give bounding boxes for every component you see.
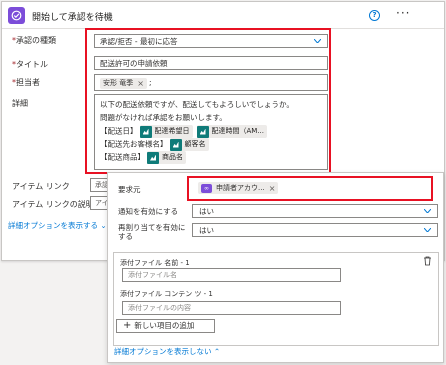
item-link-label: アイテム リンク — [12, 182, 70, 191]
title-label: *タイトル — [12, 60, 48, 69]
highlight-box-requester — [187, 176, 433, 201]
more-options-icon[interactable]: ··· — [396, 6, 410, 20]
delete-icon[interactable] — [423, 256, 432, 266]
attachment-name-label: 添付ファイル 名前 - 1 — [120, 259, 190, 267]
requester-label: 要求元 — [118, 185, 141, 194]
help-icon[interactable]: ? — [369, 10, 380, 21]
notify-dropdown[interactable]: はい — [192, 204, 438, 218]
details-label: 詳細 — [12, 99, 28, 108]
notify-label: 通知を有効にする — [118, 207, 179, 216]
hide-advanced-options-link[interactable]: 詳細オプションを表示しない ⌃ — [114, 346, 220, 357]
show-advanced-options-link[interactable]: 詳細オプションを表示する ⌄ — [8, 220, 107, 231]
attachment-name-input[interactable]: 添付ファイル名 — [122, 268, 341, 282]
item-link-desc-label: アイテム リンクの説明 — [12, 200, 94, 209]
chevron-down-icon — [424, 228, 431, 232]
chevron-down-icon — [424, 209, 431, 213]
chevron-up-icon: ⌃ — [213, 347, 221, 356]
card-header[interactable]: 開始して承認を待機 ? ··· — [2, 2, 444, 29]
chevron-down-icon: ⌄ — [100, 221, 107, 230]
reassign-dropdown[interactable]: はい — [192, 223, 438, 237]
card-title: 開始して承認を待機 — [32, 13, 113, 23]
reassign-label: 再割り当てを有効にする — [118, 223, 186, 241]
plus-icon: + — [123, 320, 132, 331]
highlight-box-main — [85, 28, 331, 174]
approval-type-label: *承認の種類 — [12, 36, 56, 45]
attachment-content-label: 添付ファイル コンテン ツ - 1 — [120, 290, 213, 298]
assignee-label: *担当者 — [12, 78, 40, 87]
attachment-content-input[interactable]: 添付ファイルの内容 — [122, 301, 341, 315]
approval-app-icon — [8, 7, 25, 24]
add-new-item-button[interactable]: + 新しい項目の追加 — [116, 319, 215, 333]
